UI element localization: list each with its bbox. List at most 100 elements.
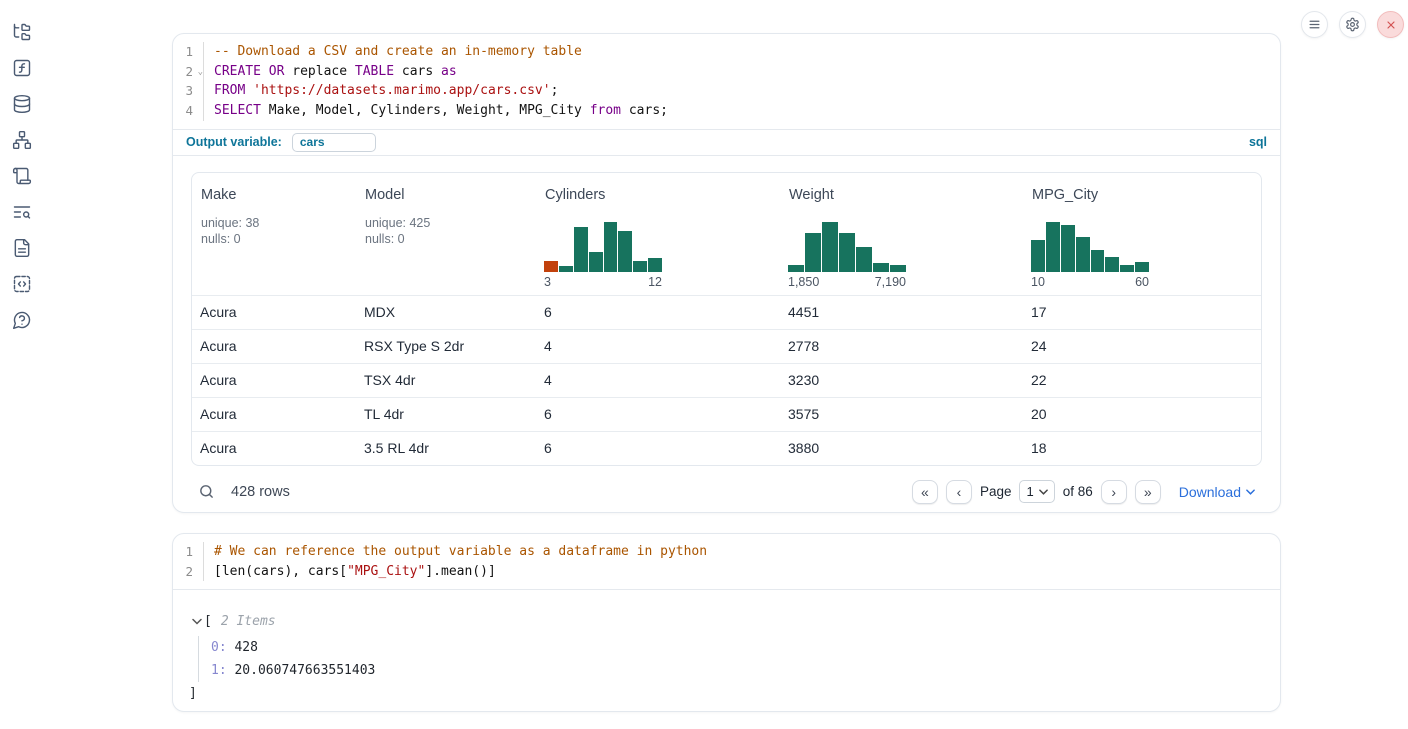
database-icon[interactable]: [12, 94, 32, 114]
table-row[interactable]: AcuraMDX6445117: [192, 295, 1261, 329]
pagination: « ‹ Page 1 of 86 › »: [912, 480, 1161, 504]
language-badge: sql: [1249, 135, 1267, 149]
tree-entry-value: 20.060747663551403: [227, 663, 376, 678]
last-page-button[interactable]: »: [1135, 480, 1161, 504]
code-line[interactable]: 2⌄CREATE OR replace TABLE cars as: [173, 62, 1280, 82]
search-icon[interactable]: [198, 483, 215, 500]
hist-tick-max: 7,190: [875, 275, 906, 289]
column-header-cylinders[interactable]: Cylinders 3 12: [536, 173, 780, 295]
tree-entry-key: 1:: [211, 663, 227, 678]
prev-page-button[interactable]: ‹: [946, 480, 972, 504]
table-header: Make unique: 38 nulls: 0 Model unique: 4…: [192, 173, 1261, 295]
line-number: 2⌄: [173, 62, 204, 82]
output-variable-input[interactable]: [292, 133, 376, 152]
line-number: 1: [173, 542, 204, 562]
column-header-model[interactable]: Model unique: 425 nulls: 0: [356, 173, 536, 295]
page-select[interactable]: 1: [1019, 480, 1054, 503]
column-stat: nulls: 0: [365, 231, 536, 248]
code-line[interactable]: 3FROM 'https://datasets.marimo.app/cars.…: [173, 81, 1280, 101]
settings-button[interactable]: [1339, 11, 1366, 38]
download-button[interactable]: Download: [1179, 484, 1255, 500]
code-text: SELECT Make, Model, Cylinders, Weight, M…: [204, 101, 668, 121]
line-number: 2: [173, 562, 204, 582]
snippets-icon[interactable]: [12, 274, 32, 294]
code-text: CREATE OR replace TABLE cars as: [204, 62, 457, 82]
help-icon[interactable]: [12, 310, 32, 330]
sql-code-editor[interactable]: 1-- Download a CSV and create an in-memo…: [173, 34, 1280, 129]
table-cell: 4: [536, 338, 780, 354]
histogram-bar: [1046, 222, 1060, 272]
table-row[interactable]: AcuraTL 4dr6357520: [192, 397, 1261, 431]
result-table: Make unique: 38 nulls: 0 Model unique: 4…: [191, 172, 1262, 466]
hist-tick-max: 60: [1135, 275, 1149, 289]
tree-entry: 0: 428: [211, 636, 1280, 659]
table-row[interactable]: Acura3.5 RL 4dr6388018: [192, 431, 1261, 465]
notebook-cell-python: 1# We can reference the output variable …: [172, 533, 1281, 712]
next-page-button[interactable]: ›: [1101, 480, 1127, 504]
table-cell: 20: [1023, 406, 1261, 422]
histogram-bar: [1105, 257, 1119, 272]
table-cell: 3880: [780, 440, 1023, 456]
first-page-button[interactable]: «: [912, 480, 938, 504]
histogram-bar: [839, 233, 855, 272]
file-tree-icon[interactable]: [12, 22, 32, 42]
histogram-bar: [856, 247, 872, 272]
hist-tick-min: 3: [544, 275, 551, 289]
table-row[interactable]: AcuraRSX Type S 2dr4277824: [192, 329, 1261, 363]
line-number: 1: [173, 42, 204, 62]
histogram-bar: [633, 261, 647, 272]
table-cell: 17: [1023, 304, 1261, 320]
output-variable-bar: Output variable: sql: [173, 129, 1280, 156]
histogram-bar: [1135, 262, 1149, 272]
code-line[interactable]: 4SELECT Make, Model, Cylinders, Weight, …: [173, 101, 1280, 121]
menu-icon: [1308, 18, 1321, 31]
scroll-icon[interactable]: [12, 166, 32, 186]
tree-entry-key: 0:: [211, 640, 227, 655]
table-cell: 4451: [780, 304, 1023, 320]
log-search-icon[interactable]: [12, 202, 32, 222]
code-line[interactable]: 1-- Download a CSV and create an in-memo…: [173, 42, 1280, 62]
code-line[interactable]: 1# We can reference the output variable …: [173, 542, 1280, 562]
table-cell: 3.5 RL 4dr: [356, 440, 536, 456]
table-cell: 6: [536, 304, 780, 320]
table-cell: 3230: [780, 372, 1023, 388]
table-cell: 22: [1023, 372, 1261, 388]
mpg-city-histogram: 10 60: [1031, 222, 1149, 289]
fold-marker-icon[interactable]: ⌄: [198, 63, 203, 83]
functions-icon[interactable]: [12, 58, 32, 78]
histogram-bar: [604, 222, 618, 272]
python-code-editor[interactable]: 1# We can reference the output variable …: [173, 534, 1280, 589]
shutdown-button[interactable]: [1377, 11, 1404, 38]
notebook-cell-sql: 1-- Download a CSV and create an in-memo…: [172, 33, 1281, 513]
dependency-graph-icon[interactable]: [12, 130, 32, 150]
code-text: # We can reference the output variable a…: [204, 542, 707, 562]
table-cell: Acura: [192, 338, 356, 354]
table-cell: Acura: [192, 304, 356, 320]
table-cell: Acura: [192, 440, 356, 456]
line-number: 3: [173, 81, 204, 101]
table-footer: 428 rows « ‹ Page 1 of 86 › » Download: [198, 479, 1255, 505]
histogram-bar: [544, 261, 558, 272]
column-header-make[interactable]: Make unique: 38 nulls: 0: [192, 173, 356, 295]
page-of-label: of 86: [1063, 484, 1093, 499]
column-header-mpg-city[interactable]: MPG_City 10 60: [1023, 173, 1261, 295]
column-header-weight[interactable]: Weight 1,850 7,190: [780, 173, 1023, 295]
menu-button[interactable]: [1301, 11, 1328, 38]
column-stat: unique: 425: [365, 215, 536, 232]
tree-entries: 0: 4281: 20.060747663551403: [198, 636, 1280, 682]
window-controls: [1301, 11, 1404, 38]
table-cell: RSX Type S 2dr: [356, 338, 536, 354]
collapse-chevron-icon[interactable]: [192, 618, 204, 625]
histogram-bar: [1076, 237, 1090, 272]
histogram-bar: [822, 222, 838, 272]
row-count: 428 rows: [231, 484, 290, 500]
cylinders-histogram: 3 12: [544, 222, 662, 289]
output-variable-label: Output variable:: [186, 135, 282, 149]
column-stat: nulls: 0: [201, 231, 356, 248]
tree-entry: 1: 20.060747663551403: [211, 659, 1280, 682]
table-row[interactable]: AcuraTSX 4dr4323022: [192, 363, 1261, 397]
document-icon[interactable]: [12, 238, 32, 258]
sidebar: [0, 0, 44, 729]
hist-tick-max: 12: [648, 275, 662, 289]
code-line[interactable]: 2[len(cars), cars["MPG_City"].mean()]: [173, 562, 1280, 582]
